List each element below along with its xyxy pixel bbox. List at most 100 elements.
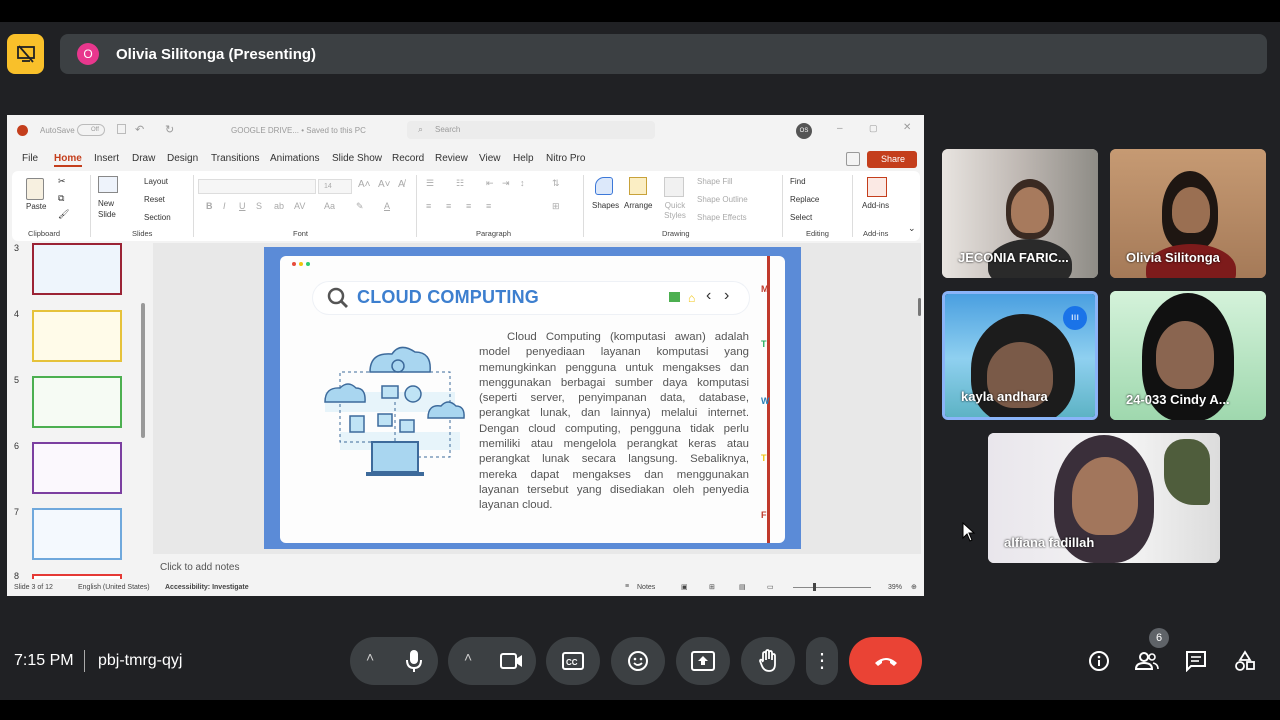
save-icon[interactable]: [117, 124, 126, 134]
chat-button[interactable]: [1181, 646, 1211, 676]
align-center-icon[interactable]: ≡: [446, 201, 451, 211]
participant-tile[interactable]: Olivia Silitonga: [1110, 149, 1266, 278]
replace-button[interactable]: Replace: [790, 195, 819, 204]
shapes-icon[interactable]: [595, 177, 613, 195]
tab-home[interactable]: Home: [54, 153, 82, 167]
notes-pane[interactable]: Click to add notes: [153, 556, 921, 578]
restore-icon[interactable]: ▢: [869, 123, 878, 134]
zoom-level[interactable]: 39%: [888, 584, 902, 591]
text-direction-icon[interactable]: ⇅: [552, 178, 560, 189]
outdent-icon[interactable]: ⇥: [502, 178, 510, 189]
align-right-icon[interactable]: ≡: [466, 201, 471, 211]
user-avatar[interactable]: OS: [796, 123, 812, 139]
italic-icon[interactable]: I: [223, 201, 226, 211]
strikethrough-icon[interactable]: S: [256, 201, 262, 211]
slide-thumbnail[interactable]: [32, 310, 122, 362]
tab-design[interactable]: Design: [167, 153, 198, 164]
present-button[interactable]: [676, 637, 730, 685]
arrange-button[interactable]: Arrange: [624, 201, 652, 210]
shape-effects-button[interactable]: Shape Effects: [697, 213, 747, 222]
slide-sorter-icon[interactable]: ⊞: [709, 583, 715, 591]
autosave-toggle[interactable]: Off: [77, 124, 105, 136]
meeting-details-button[interactable]: [1084, 646, 1114, 676]
thumbnail-scrollbar[interactable]: [141, 303, 145, 438]
justify-icon[interactable]: ≡: [486, 201, 491, 211]
slide-thumbnail[interactable]: [32, 574, 122, 579]
change-case-icon[interactable]: Aa: [324, 201, 335, 211]
tab-view[interactable]: View: [479, 153, 501, 164]
slide-thumbnail[interactable]: [32, 243, 122, 295]
paste-button[interactable]: Paste: [26, 202, 46, 211]
add-ins-icon[interactable]: [867, 177, 887, 197]
reset-button[interactable]: Reset: [144, 195, 165, 204]
notes-icon[interactable]: ≡: [625, 583, 629, 590]
microphone-icon[interactable]: [405, 649, 423, 673]
new-slide-icon[interactable]: [98, 176, 118, 193]
tab-transitions[interactable]: Transitions: [211, 153, 260, 164]
increase-font-icon[interactable]: A˄: [358, 179, 371, 190]
numbering-icon[interactable]: ☷: [456, 178, 464, 189]
add-ins-button[interactable]: Add-ins: [862, 201, 889, 210]
select-button[interactable]: Select: [790, 213, 812, 222]
font-size-select[interactable]: 14: [318, 179, 352, 194]
copy-icon[interactable]: ⧉: [58, 193, 64, 204]
section-button[interactable]: Section: [144, 213, 171, 222]
slide-scrollbar[interactable]: [918, 298, 921, 316]
tab-record[interactable]: Record: [392, 153, 424, 164]
presentation-indicator-icon[interactable]: [7, 34, 44, 74]
comments-icon[interactable]: [846, 152, 860, 166]
decrease-font-icon[interactable]: A˅: [378, 179, 391, 190]
layout-button[interactable]: Layout: [144, 177, 168, 186]
share-button[interactable]: Share: [867, 151, 917, 168]
close-icon[interactable]: ✕: [903, 122, 911, 133]
indent-icon[interactable]: ⇤: [486, 178, 494, 189]
accessibility-status[interactable]: Accessibility: Investigate: [165, 584, 249, 591]
people-button[interactable]: [1132, 646, 1162, 676]
tab-review[interactable]: Review: [435, 153, 468, 164]
language-status[interactable]: English (United States): [78, 584, 150, 591]
slide-thumbnail[interactable]: [32, 376, 122, 428]
line-spacing-icon[interactable]: ↕: [520, 178, 525, 188]
mic-options-chevron-icon[interactable]: ˄: [366, 649, 374, 665]
captions-button[interactable]: CC: [546, 637, 600, 685]
tab-help[interactable]: Help: [513, 153, 534, 164]
shadow-icon[interactable]: ab: [274, 201, 284, 211]
tab-nitro-pro[interactable]: Nitro Pro: [546, 153, 585, 164]
undo-icon[interactable]: ↶: [135, 123, 144, 136]
participant-tile[interactable]: JECONIA FARIC...: [942, 149, 1098, 278]
underline-icon[interactable]: U: [239, 201, 246, 211]
format-painter-icon[interactable]: 🖌: [58, 209, 69, 220]
bullets-icon[interactable]: ☰: [426, 178, 434, 189]
zoom-slider[interactable]: [793, 587, 871, 588]
tab-slide-show[interactable]: Slide Show: [332, 153, 382, 164]
participant-tile-speaking[interactable]: ııı kayla andhara: [942, 291, 1098, 420]
clear-format-icon[interactable]: A̸: [398, 179, 405, 190]
slide-thumbnail[interactable]: [32, 442, 122, 494]
tab-insert[interactable]: Insert: [94, 153, 119, 164]
shape-outline-button[interactable]: Shape Outline: [697, 195, 748, 204]
collapse-ribbon-icon[interactable]: ⌄: [908, 223, 916, 234]
slide-thumbnail[interactable]: [32, 508, 122, 560]
cut-icon[interactable]: ✂: [58, 176, 66, 187]
shape-fill-button[interactable]: Shape Fill: [697, 177, 733, 186]
leave-call-button[interactable]: [849, 637, 922, 685]
redo-icon[interactable]: ↻: [165, 123, 174, 136]
more-options-button[interactable]: ⋮: [806, 637, 838, 685]
current-slide[interactable]: CLOUD COMPUTING ⌂ ‹ › Cloud Computing (k…: [264, 247, 801, 549]
highlight-icon[interactable]: ✎: [356, 201, 364, 212]
quick-styles-icon[interactable]: [664, 177, 684, 197]
tab-file[interactable]: File: [22, 153, 38, 164]
camera-options-chevron-icon[interactable]: ˄: [464, 649, 472, 665]
arrange-icon[interactable]: [629, 177, 647, 195]
slideshow-view-icon[interactable]: ▭: [767, 583, 774, 591]
camera-icon[interactable]: [500, 652, 524, 670]
smartart-icon[interactable]: ⊞: [552, 201, 560, 212]
fit-slide-icon[interactable]: ⊕: [911, 583, 917, 591]
bold-icon[interactable]: B: [206, 201, 213, 211]
participant-tile[interactable]: alfiana fadillah: [988, 433, 1220, 563]
quick-styles-button[interactable]: Quick Styles: [660, 201, 690, 221]
char-spacing-icon[interactable]: AV: [294, 201, 305, 211]
search-box[interactable]: ⌕ Search: [407, 121, 655, 139]
normal-view-icon[interactable]: ▣: [681, 583, 688, 591]
tab-draw[interactable]: Draw: [132, 153, 155, 164]
